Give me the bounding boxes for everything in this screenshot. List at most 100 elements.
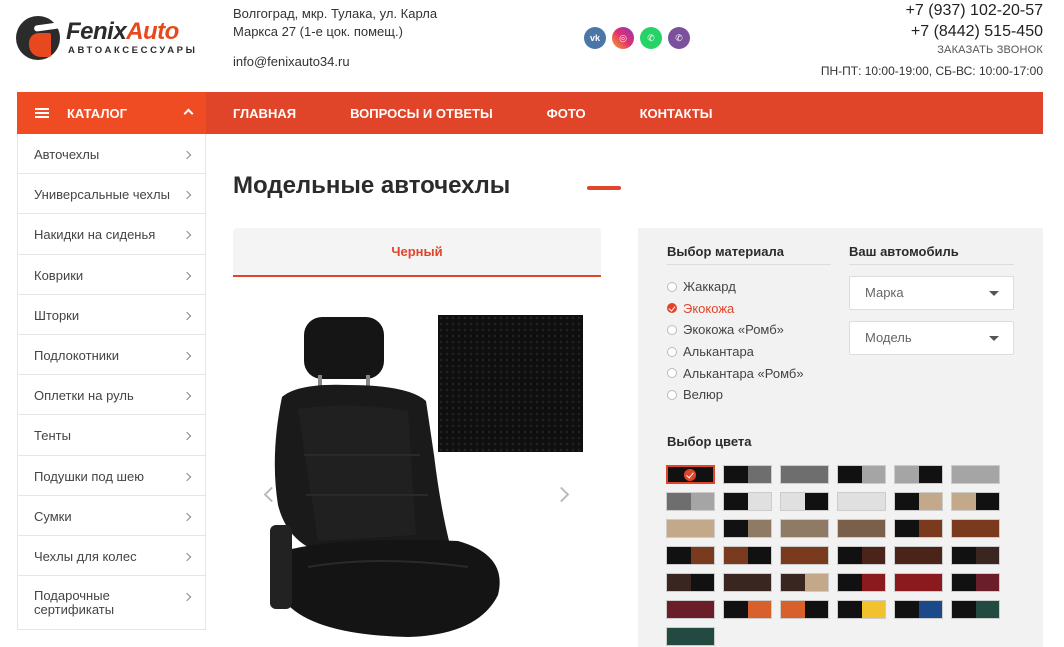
color-swatch[interactable] <box>951 465 1000 484</box>
nav-link-contacts[interactable]: КОНТАКТЫ <box>640 106 713 121</box>
logo-mark-icon <box>16 16 60 60</box>
color-swatch[interactable] <box>666 519 715 538</box>
swatch-half <box>975 493 999 510</box>
sidebar-item-universal-covers[interactable]: Универсальные чехлы <box>18 174 205 215</box>
color-swatch[interactable] <box>894 492 943 511</box>
color-swatch[interactable] <box>723 600 772 619</box>
sidebar-item-armrests[interactable]: Подлокотники <box>18 335 205 376</box>
swatch-half <box>804 520 828 537</box>
color-swatch[interactable] <box>951 546 1000 565</box>
sidebar-item-tire-covers[interactable]: Чехлы для колес <box>18 536 205 577</box>
catalog-toggle-button[interactable]: КАТАЛОГ <box>17 92 206 134</box>
color-swatch[interactable] <box>837 573 886 592</box>
sidebar-item-tents[interactable]: Тенты <box>18 415 205 456</box>
color-swatch[interactable] <box>894 465 943 484</box>
working-hours: ПН-ПТ: 10:00-19:00, СБ-ВС: 10:00-17:00 <box>820 64 1043 78</box>
color-swatch[interactable] <box>723 519 772 538</box>
swatch-half <box>918 520 942 537</box>
phone-primary[interactable]: +7 (937) 102-20-57 <box>821 0 1043 21</box>
color-swatch[interactable] <box>723 546 772 565</box>
store-address: Волгоград, мкр. Тулака, ул. Карла Маркса… <box>233 6 438 39</box>
color-swatch[interactable] <box>780 492 829 511</box>
color-swatch[interactable] <box>951 573 1000 592</box>
material-option-ecoleather[interactable]: Экокожа <box>667 298 804 320</box>
material-option-velour[interactable]: Велюр <box>667 384 804 406</box>
sidebar-item-seat-capes[interactable]: Накидки на сиденья <box>18 214 205 255</box>
sidebar-item-curtains[interactable]: Шторки <box>18 295 205 335</box>
swatch-half <box>895 601 919 618</box>
color-swatch[interactable] <box>951 600 1000 619</box>
material-option-jacquard[interactable]: Жаккард <box>667 276 804 298</box>
color-swatch-grid <box>666 465 1011 646</box>
color-swatch[interactable] <box>666 492 715 511</box>
color-swatch[interactable] <box>837 519 886 538</box>
color-swatch[interactable] <box>666 546 715 565</box>
sidebar-item-bags[interactable]: Сумки <box>18 496 205 536</box>
color-swatch[interactable] <box>666 627 715 646</box>
color-swatch[interactable] <box>780 546 829 565</box>
color-swatch[interactable] <box>723 573 772 592</box>
swatch-half <box>975 466 999 483</box>
swatch-half <box>667 601 691 618</box>
color-swatch[interactable] <box>837 492 886 511</box>
swatch-half <box>895 547 919 564</box>
material-option-alcantara[interactable]: Алькантара <box>667 341 804 363</box>
viber-icon[interactable]: ✆ <box>668 27 690 49</box>
chevron-right-icon <box>182 472 192 481</box>
car-make-select[interactable]: Марка <box>849 276 1014 310</box>
callback-link[interactable]: ЗАКАЗАТЬ ЗВОНОК <box>821 44 1043 56</box>
color-swatch[interactable] <box>837 546 886 565</box>
vk-icon[interactable]: vk <box>584 27 606 49</box>
color-swatch[interactable] <box>780 465 829 484</box>
color-swatch[interactable] <box>780 573 829 592</box>
swatch-half <box>781 493 805 510</box>
nav-link-photo[interactable]: ФОТО <box>547 106 586 121</box>
sidebar-item-neck-pillows[interactable]: Подушки под шею <box>18 456 205 496</box>
gallery-next-icon[interactable] <box>553 486 570 503</box>
store-email[interactable]: info@fenixauto34.ru <box>233 54 350 69</box>
swatch-half <box>804 493 828 510</box>
color-swatch[interactable] <box>951 519 1000 538</box>
car-model-select[interactable]: Модель <box>849 321 1014 355</box>
color-swatch[interactable] <box>837 600 886 619</box>
color-swatch[interactable] <box>894 600 943 619</box>
sidebar-item-wheel-covers[interactable]: Оплетки на руль <box>18 375 205 416</box>
color-swatch[interactable] <box>780 600 829 619</box>
nav-link-home[interactable]: ГЛАВНАЯ <box>233 106 296 121</box>
color-swatch[interactable] <box>894 519 943 538</box>
material-option-alcantara-romb[interactable]: Алькантара «Ромб» <box>667 362 804 384</box>
instagram-icon[interactable]: ◎ <box>612 27 634 49</box>
radio-icon <box>667 389 677 400</box>
swatch-half <box>918 466 942 483</box>
color-swatch[interactable] <box>723 465 772 484</box>
color-swatch[interactable] <box>666 600 715 619</box>
color-swatch[interactable] <box>894 573 943 592</box>
nav-link-faq[interactable]: ВОПРОСЫ И ОТВЕТЫ <box>350 106 493 121</box>
site-logo[interactable]: FenixAuto АВТОАКСЕССУАРЫ <box>16 14 212 62</box>
material-option-ecoleather-romb[interactable]: Экокожа «Ромб» <box>667 319 804 341</box>
material-options: Жаккард Экокожа Экокожа «Ромб» Алькантар… <box>667 276 804 406</box>
swatch-half <box>690 574 714 591</box>
chevron-right-icon <box>182 311 192 320</box>
color-swatch[interactable] <box>666 573 715 592</box>
phone-secondary[interactable]: +7 (8442) 515-450 <box>821 21 1043 42</box>
color-swatch[interactable] <box>894 546 943 565</box>
color-swatch[interactable] <box>780 519 829 538</box>
tab-color-black[interactable]: Черный <box>233 228 601 277</box>
swatch-half <box>895 574 919 591</box>
radio-icon <box>667 324 677 335</box>
sidebar-item-gift-cards[interactable]: Подарочные сертификаты <box>18 576 205 631</box>
swatch-half <box>975 547 999 564</box>
color-swatch[interactable] <box>723 492 772 511</box>
sidebar-item-seat-covers[interactable]: Авточехлы <box>18 134 205 175</box>
sidebar-item-mats[interactable]: Коврики <box>18 255 205 295</box>
swatch-half <box>952 520 976 537</box>
material-heading: Выбор материала <box>667 244 784 259</box>
swatch-half <box>781 547 805 564</box>
color-swatch[interactable] <box>951 492 1000 511</box>
color-swatch[interactable] <box>837 465 886 484</box>
whatsapp-icon[interactable]: ✆ <box>640 27 662 49</box>
color-swatch[interactable] <box>666 465 715 484</box>
radio-icon <box>667 281 677 292</box>
swatch-half <box>781 574 805 591</box>
